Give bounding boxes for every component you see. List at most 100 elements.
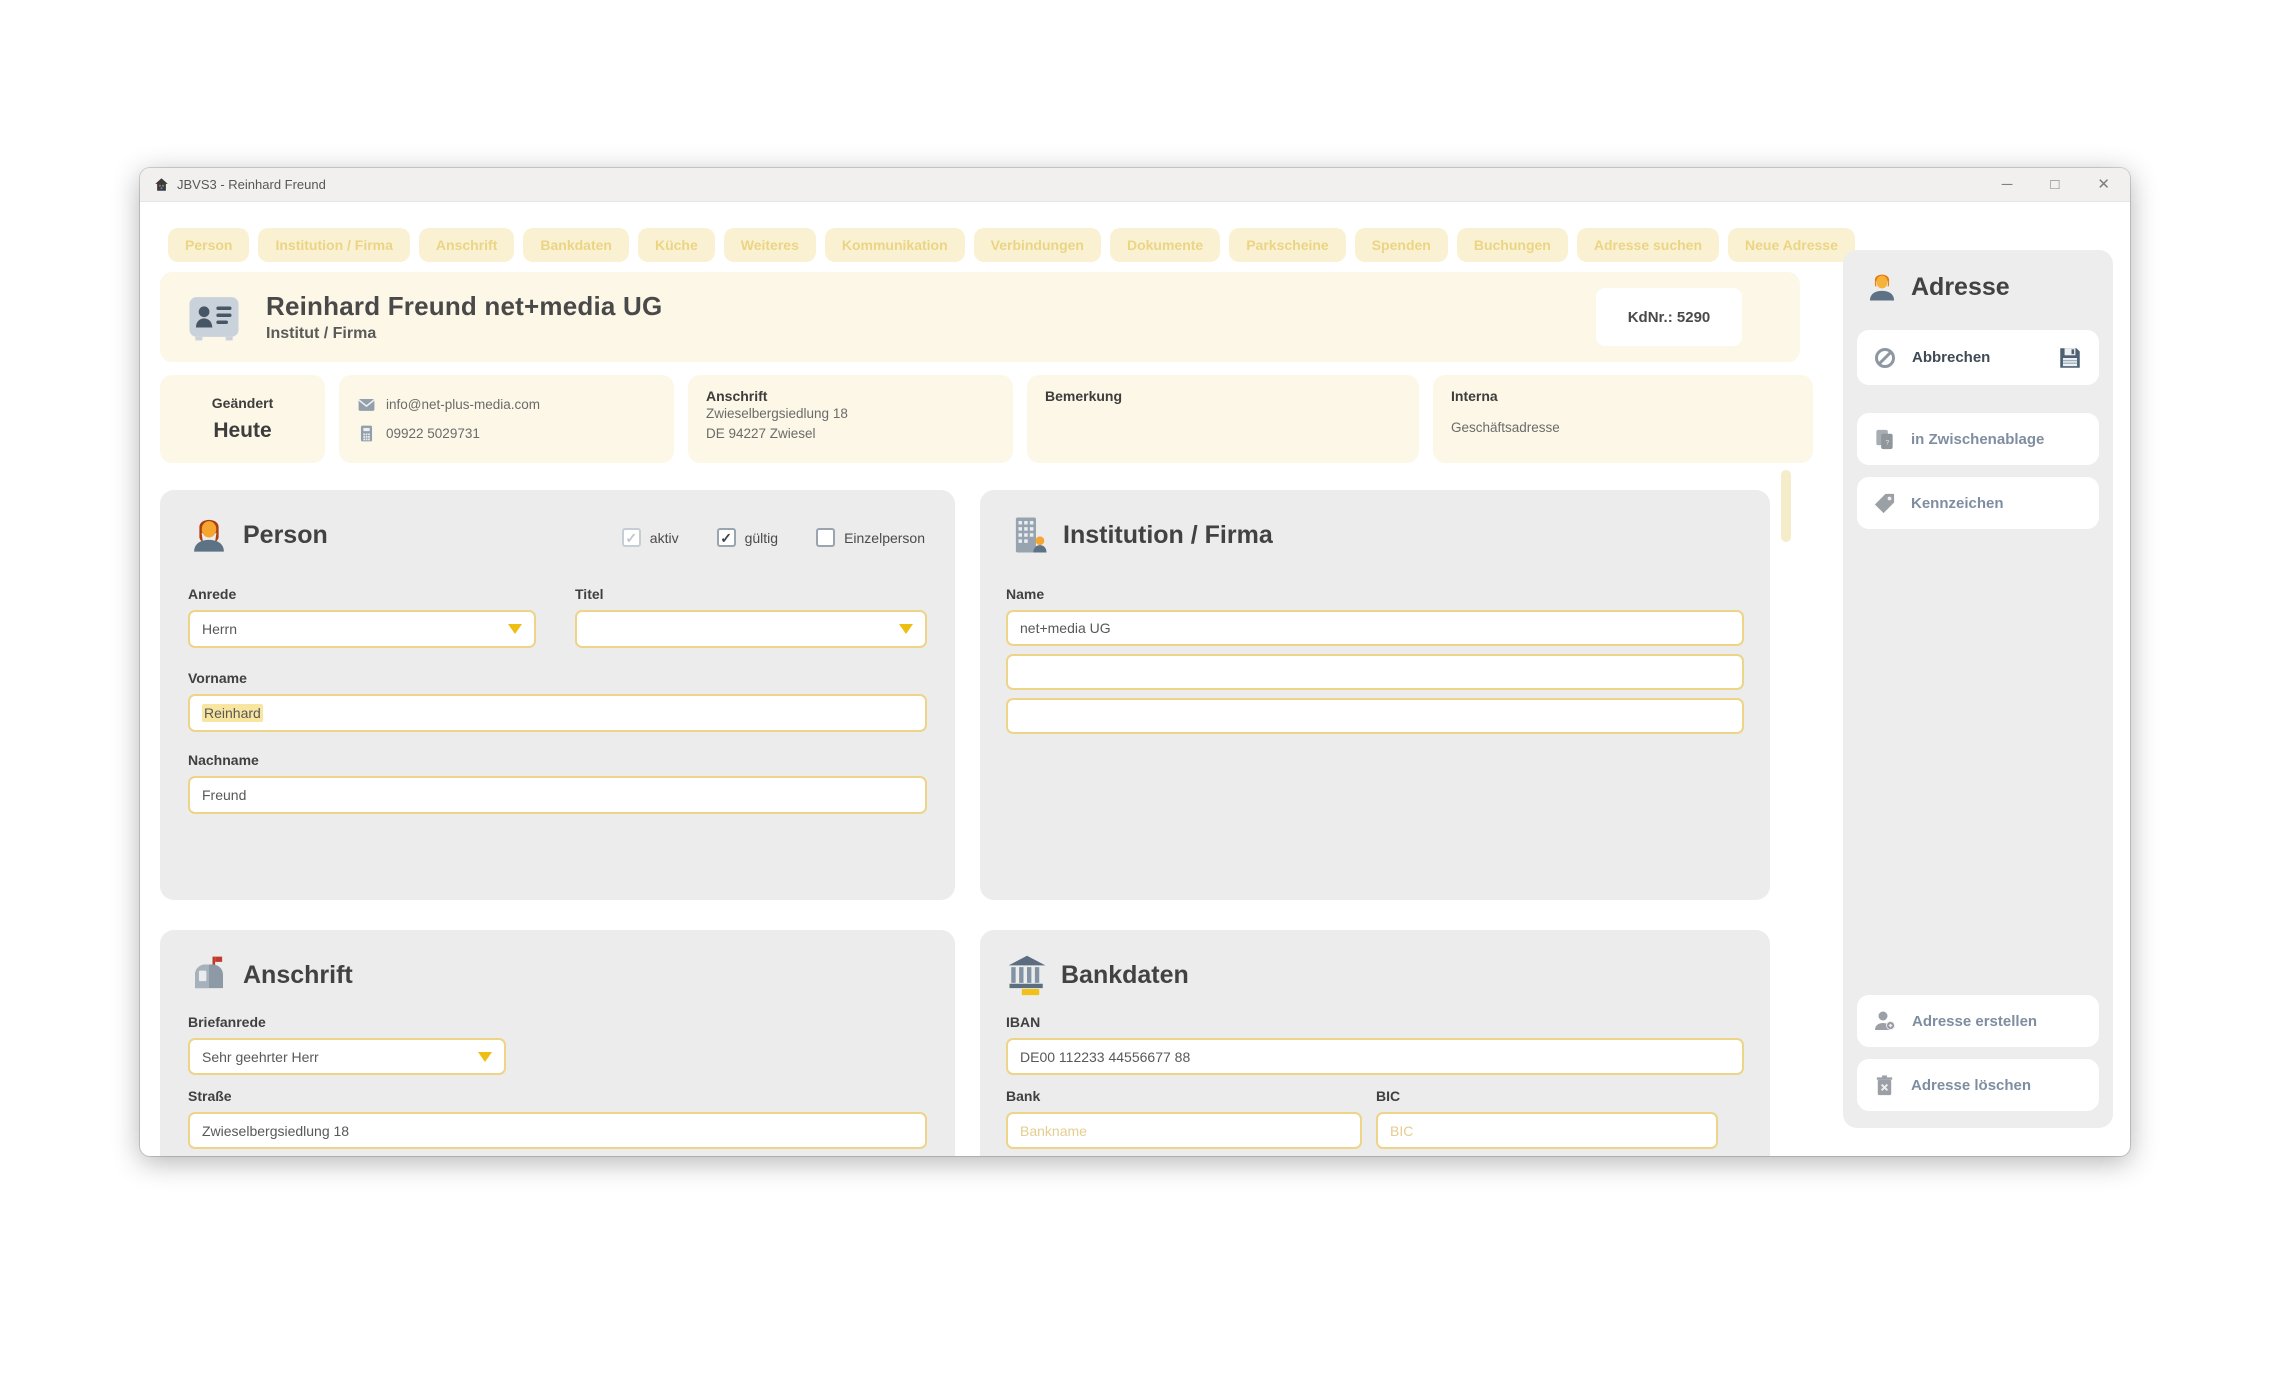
building-icon [1008, 514, 1050, 556]
title-bar: JBVS3 - Reinhard Freund ─ □ ✕ [140, 168, 2130, 202]
remark-box: Bemerkung [1027, 375, 1419, 463]
aktiv-checkbox-box: ✓ [622, 528, 641, 547]
tab-kueche[interactable]: Küche [638, 228, 715, 262]
interna-label: Interna [1451, 388, 1795, 404]
envelope-icon [357, 395, 376, 414]
app-window: JBVS3 - Reinhard Freund ─ □ ✕ Person Ins… [140, 168, 2130, 1156]
bic-input[interactable]: BIC [1376, 1112, 1718, 1149]
vorname-label: Vorname [188, 670, 247, 686]
tab-verbindungen[interactable]: Verbindungen [974, 228, 1101, 262]
gueltig-checkbox-box: ✓ [717, 528, 736, 547]
customer-number-badge: KdNr.: 5290 [1596, 288, 1742, 346]
home-icon [154, 177, 169, 192]
bank-input[interactable]: Bankname [1006, 1112, 1362, 1149]
strasse-label: Straße [188, 1088, 232, 1104]
firma-name2-input[interactable] [1006, 654, 1744, 690]
address-line1: Zwieselbergsiedlung 18 [706, 404, 995, 424]
zwischenablage-button[interactable]: ? in Zwischenablage [1857, 413, 2099, 465]
anschrift-section-title: Anschrift [243, 961, 353, 990]
adresse-person-icon [1865, 270, 1899, 304]
tab-kommunikation[interactable]: Kommunikation [825, 228, 965, 262]
close-button[interactable]: ✕ [2097, 177, 2110, 192]
fax-icon [357, 424, 376, 443]
changed-label: Geändert [212, 395, 273, 411]
firma-name-input[interactable]: net+media UG [1006, 610, 1744, 646]
address-line2: DE 94227 Zwiesel [706, 424, 995, 444]
checkbox-einzelperson[interactable]: Einzelperson [816, 528, 925, 547]
tab-neue-adresse[interactable]: Neue Adresse [1728, 228, 1855, 262]
bic-placeholder: BIC [1390, 1123, 1413, 1139]
vorname-input[interactable]: Reinhard [188, 694, 927, 732]
person-plus-icon [1873, 1009, 1897, 1033]
bank-placeholder: Bankname [1020, 1123, 1087, 1139]
iban-label: IBAN [1006, 1014, 1040, 1030]
bank-label: Bank [1006, 1088, 1040, 1104]
tab-weiteres[interactable]: Weiteres [724, 228, 816, 262]
anrede-dropdown[interactable]: Herrn [188, 610, 536, 648]
abbrechen-button[interactable]: Abbrechen [1857, 330, 2099, 385]
changed-box: Geändert Heute [160, 375, 325, 463]
iban-input[interactable]: DE00 112233 44556677 88 [1006, 1038, 1744, 1075]
record-header: Reinhard Freund net+media UG Institut / … [160, 272, 1800, 362]
bankdaten-section-title: Bankdaten [1061, 961, 1189, 990]
nachname-input[interactable]: Freund [188, 776, 927, 814]
iban-value: DE00 112233 44556677 88 [1020, 1049, 1190, 1065]
tab-parkscheine[interactable]: Parkscheine [1229, 228, 1346, 262]
kennzeichen-button[interactable]: Kennzeichen [1857, 477, 2099, 529]
briefanrede-dropdown[interactable]: Sehr geehrter Herr [188, 1038, 506, 1075]
titel-dropdown[interactable] [575, 610, 927, 648]
firma-name-value: net+media UG [1020, 620, 1111, 636]
bic-label: BIC [1376, 1088, 1400, 1104]
strasse-input[interactable]: Zwieselbergsiedlung 18 [188, 1112, 927, 1149]
interna-box: Interna Geschäftsadresse [1433, 375, 1813, 463]
adresse-erstellen-label: Adresse erstellen [1912, 1013, 2037, 1030]
nachname-value: Freund [202, 787, 246, 803]
bank-icon [1006, 954, 1048, 996]
tab-buchungen[interactable]: Buchungen [1457, 228, 1568, 262]
record-subtitle: Institut / Firma [266, 325, 662, 343]
tab-adresse-suchen[interactable]: Adresse suchen [1577, 228, 1719, 262]
no-entry-icon [1873, 346, 1897, 370]
tag-icon [1873, 492, 1896, 515]
tab-spenden[interactable]: Spenden [1355, 228, 1448, 262]
titel-label: Titel [575, 586, 604, 602]
adresse-erstellen-button[interactable]: Adresse erstellen [1857, 995, 2099, 1047]
maximize-button[interactable]: □ [2050, 177, 2059, 192]
remark-label: Bemerkung [1045, 388, 1401, 404]
address-box: Anschrift Zwieselbergsiedlung 18 DE 9422… [688, 375, 1013, 463]
checkbox-aktiv[interactable]: ✓ aktiv [622, 528, 679, 547]
dropdown-arrow-icon [508, 624, 522, 634]
person-icon [188, 514, 230, 556]
address-label: Anschrift [706, 388, 995, 404]
aktiv-checkbox-label: aktiv [650, 530, 679, 546]
mailbox-icon [188, 954, 230, 996]
tab-person[interactable]: Person [168, 228, 249, 262]
tab-bankdaten[interactable]: Bankdaten [523, 228, 629, 262]
sidebar-title: Adresse [1911, 273, 2010, 302]
adresse-loeschen-button[interactable]: Adresse löschen [1857, 1059, 2099, 1111]
adresse-loeschen-label: Adresse löschen [1911, 1077, 2031, 1094]
changed-value: Heute [213, 419, 271, 443]
firma-name3-input[interactable] [1006, 698, 1744, 734]
clipboard-icon: ? [1873, 428, 1896, 451]
institution-section-title: Institution / Firma [1063, 521, 1273, 550]
tab-dokumente[interactable]: Dokumente [1110, 228, 1220, 262]
bankdaten-section: Bankdaten IBAN DE00 112233 44556677 88 B… [980, 930, 1770, 1156]
main-scrollbar-thumb[interactable] [1781, 470, 1791, 542]
tab-institution-firma[interactable]: Institution / Firma [258, 228, 409, 262]
abbrechen-label: Abbrechen [1912, 349, 1990, 366]
briefanrede-label: Briefanrede [188, 1014, 266, 1030]
strasse-value: Zwieselbergsiedlung 18 [202, 1123, 349, 1139]
institution-section: Institution / Firma Name net+media UG [980, 490, 1770, 900]
anschrift-section: Anschrift Briefanrede Sehr geehrter Herr… [160, 930, 955, 1156]
nachname-label: Nachname [188, 752, 259, 768]
trash-icon [1873, 1074, 1896, 1097]
window-title: JBVS3 - Reinhard Freund [177, 177, 326, 192]
info-row: Geändert Heute info@net-plus-media.com 0… [160, 375, 1813, 463]
save-icon[interactable] [2057, 345, 2083, 371]
tab-anschrift[interactable]: Anschrift [419, 228, 514, 262]
person-section-title: Person [243, 521, 328, 550]
minimize-button[interactable]: ─ [2002, 177, 2013, 192]
person-section: Person ✓ aktiv ✓ gültig Einzelperson Anr… [160, 490, 955, 900]
checkbox-gueltig[interactable]: ✓ gültig [717, 528, 778, 547]
